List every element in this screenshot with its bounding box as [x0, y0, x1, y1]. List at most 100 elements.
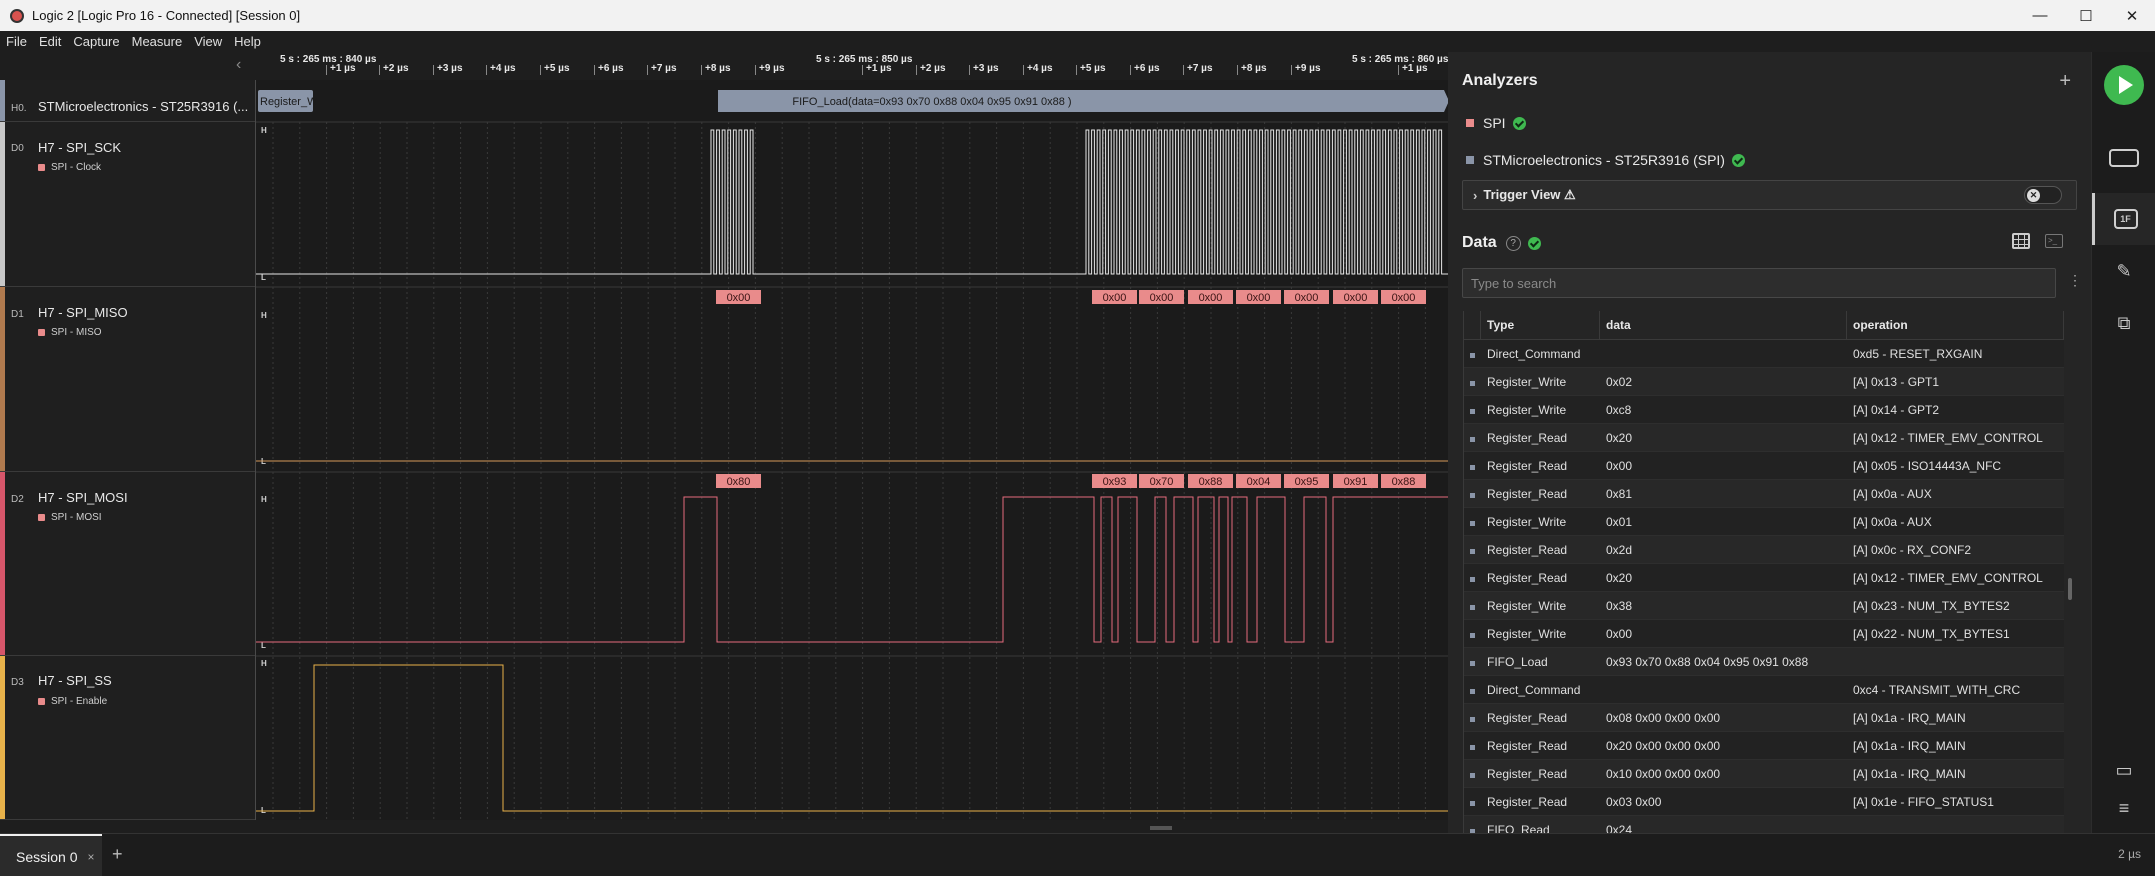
- trigger-view-toggle[interactable]: ✕: [2024, 186, 2062, 204]
- table-row[interactable]: Register_Read 0x2d [A] 0x0c - RX_CONF2: [1464, 536, 2064, 564]
- add-session-button[interactable]: +: [112, 844, 123, 865]
- byte-label[interactable]: 0x91: [1333, 474, 1378, 488]
- channel-id: H0.: [11, 103, 27, 114]
- device-settings-button[interactable]: [2092, 132, 2155, 184]
- byte-label-text: 0x00: [1150, 292, 1174, 304]
- table-row[interactable]: Register_Read 0x81 [A] 0x0a - AUX: [1464, 480, 2064, 508]
- table-row[interactable]: Register_Write 0xc8 [A] 0x14 - GPT2: [1464, 396, 2064, 424]
- help-icon[interactable]: ?: [1505, 235, 1521, 251]
- search-input[interactable]: [1462, 268, 2056, 298]
- table-row[interactable]: FIFO_Load 0x93 0x70 0x88 0x04 0x95 0x91 0…: [1464, 648, 2064, 676]
- waveform-svg: Register_W FIFO_Load(data=0x93 0x70 0x88…: [256, 90, 1449, 820]
- cell-operation: [A] 0x1a - IRQ_MAIN: [1853, 738, 1966, 753]
- analyzer-item-st25r3916[interactable]: STMicroelectronics - ST25R3916 (SPI): [1466, 152, 1745, 168]
- main-menu-button[interactable]: ≡: [2092, 782, 2155, 834]
- menu-help[interactable]: Help: [228, 34, 267, 49]
- channel-row-d0[interactable]: D0 H7 - SPI_SCK SPI - Clock: [0, 122, 255, 287]
- byte-label[interactable]: 0x93: [1092, 474, 1137, 488]
- byte-label[interactable]: 0x00: [716, 290, 761, 304]
- cell-data: 0x20: [1606, 570, 1633, 585]
- byte-label[interactable]: 0x80: [716, 474, 761, 488]
- close-tab-icon[interactable]: ×: [87, 850, 94, 864]
- check-icon: [1527, 236, 1541, 250]
- table-scrollbar[interactable]: [2068, 578, 2072, 600]
- byte-label[interactable]: 0x04: [1236, 474, 1281, 488]
- channel-sub-label: SPI - Enable: [51, 696, 108, 707]
- table-row[interactable]: Register_Read 0x00 [A] 0x05 - ISO14443A_NF…: [1464, 452, 2064, 480]
- cell-operation: [A] 0x23 - NUM_TX_BYTES2: [1853, 598, 2010, 613]
- waveform-area[interactable]: Register_W FIFO_Load(data=0x93 0x70 0x88…: [255, 80, 1449, 820]
- start-capture-button[interactable]: [2104, 65, 2144, 105]
- sck-waveform: [256, 129, 1449, 275]
- extensions-button[interactable]: ⧉: [2092, 297, 2155, 349]
- column-header-operation[interactable]: operation: [1847, 311, 2064, 340]
- horizontal-scrollbar[interactable]: [1150, 826, 1172, 830]
- channel-row-d3[interactable]: D3 H7 - SPI_SS SPI - Enable: [0, 656, 255, 820]
- table-row[interactable]: Register_Read 0x20 [A] 0x12 - TIMER_EMV_CO…: [1464, 424, 2064, 452]
- byte-label-text: 0x00: [1392, 292, 1416, 304]
- byte-label[interactable]: 0x95: [1284, 474, 1329, 488]
- menu-view[interactable]: View: [188, 34, 228, 49]
- hla-frame-fifo-load[interactable]: FIFO_Load(data=0x93 0x70 0x88 0x04 0x95 …: [718, 90, 1449, 112]
- menu-measure[interactable]: Measure: [126, 34, 189, 49]
- menu-file[interactable]: File: [0, 34, 33, 49]
- table-row[interactable]: Register_Write 0x38 [A] 0x23 - NUM_TX_BYTE…: [1464, 592, 2064, 620]
- byte-label[interactable]: 0x00: [1333, 290, 1378, 304]
- menu-edit[interactable]: Edit: [33, 34, 67, 49]
- byte-label[interactable]: 0x00: [1284, 290, 1329, 304]
- table-row[interactable]: Register_Write 0x00 [A] 0x22 - NUM_TX_BYTE…: [1464, 620, 2064, 648]
- byte-label[interactable]: 0x88: [1188, 474, 1233, 488]
- maximize-button[interactable]: ☐: [2063, 0, 2109, 31]
- byte-label[interactable]: 0x00: [1092, 290, 1137, 304]
- cell-data: 0xc8: [1606, 402, 1632, 417]
- cell-type: Register_Read: [1487, 794, 1568, 809]
- byte-label[interactable]: 0x00: [1381, 290, 1426, 304]
- row-marker: [1464, 347, 1481, 361]
- menu-capture[interactable]: Capture: [67, 34, 125, 49]
- table-row[interactable]: Register_Read 0x10 0x00 0x00 0x00 [A] 0x1a…: [1464, 760, 2064, 788]
- column-header-type[interactable]: Type: [1481, 311, 1600, 340]
- panel-title: Analyzers: [1462, 72, 1538, 89]
- trigger-view-section[interactable]: › Trigger View ⚠ ✕: [1462, 180, 2077, 210]
- channel-row-d2[interactable]: D2 H7 - SPI_MOSI SPI - MOSI: [0, 472, 255, 656]
- table-view-icon[interactable]: [2012, 233, 2030, 249]
- byte-label[interactable]: 0x00: [1139, 290, 1184, 304]
- data-section-title: Data ?: [1462, 234, 1541, 252]
- close-button[interactable]: ✕: [2109, 0, 2155, 31]
- table-row[interactable]: Register_Read 0x08 0x00 0x00 0x00 [A] 0x1a…: [1464, 704, 2064, 732]
- table-row[interactable]: Register_Read 0x03 0x00 [A] 0x1e - FIFO_ST…: [1464, 788, 2064, 816]
- table-row[interactable]: Direct_Command 0xd5 - RESET_RXGAIN: [1464, 340, 2064, 368]
- measurements-button[interactable]: ✎: [2092, 245, 2155, 297]
- table-row[interactable]: Register_Read 0x20 [A] 0x12 - TIMER_EMV_CO…: [1464, 564, 2064, 592]
- table-row[interactable]: Register_Write 0x02 [A] 0x13 - GPT1: [1464, 368, 2064, 396]
- row-marker: [1464, 739, 1481, 753]
- table-row[interactable]: Register_Write 0x01 [A] 0x0a - AUX: [1464, 508, 2064, 536]
- cell-data: 0x00: [1606, 458, 1633, 473]
- table-row[interactable]: Direct_Command 0xc4 - TRANSMIT_WITH_CRC: [1464, 676, 2064, 704]
- analyzer-item-spi[interactable]: SPI: [1466, 115, 1526, 131]
- byte-label[interactable]: 0x70: [1139, 474, 1184, 488]
- add-analyzer-button[interactable]: +: [2059, 70, 2071, 93]
- channel-row-h0[interactable]: H0. STMicroelectronics - ST25R3916 (...: [0, 80, 255, 122]
- byte-label[interactable]: 0x00: [1236, 290, 1281, 304]
- hla-frame-register-write[interactable]: Register_W: [258, 90, 318, 112]
- byte-label[interactable]: 0x00: [1188, 290, 1233, 304]
- terminal-view-icon[interactable]: >_: [2045, 234, 2063, 248]
- minimize-button[interactable]: —: [2017, 0, 2063, 31]
- ruler-tick: +4 µs: [486, 63, 516, 75]
- window-title: Logic 2 [Logic Pro 16 - Connected] [Sess…: [32, 8, 301, 23]
- trigger-view-label: Trigger View ⚠: [1483, 187, 1576, 202]
- table-row[interactable]: Register_Read 0x20 0x00 0x00 0x00 [A] 0x1a…: [1464, 732, 2064, 760]
- time-ruler[interactable]: 5 s : 265 ms : 840 µs 5 s : 265 ms : 850…: [256, 52, 1448, 80]
- channel-separators: [256, 121, 1449, 657]
- ruler-tick: +8 µs: [1237, 63, 1267, 75]
- table-row[interactable]: FIFO_Read 0x24: [1464, 816, 2064, 833]
- channel-row-d1[interactable]: D1 H7 - SPI_MISO SPI - MISO: [0, 287, 255, 472]
- more-options-icon[interactable]: ⋮: [2068, 272, 2082, 289]
- analyzers-button[interactable]: 1F: [2092, 193, 2155, 245]
- cell-type: Direct_Command: [1487, 682, 1581, 697]
- column-header-data[interactable]: data: [1600, 311, 1847, 340]
- tab-session-0[interactable]: Session 0 ×: [0, 834, 102, 876]
- collapse-left-icon[interactable]: ‹: [236, 56, 241, 74]
- byte-label[interactable]: 0x88: [1381, 474, 1426, 488]
